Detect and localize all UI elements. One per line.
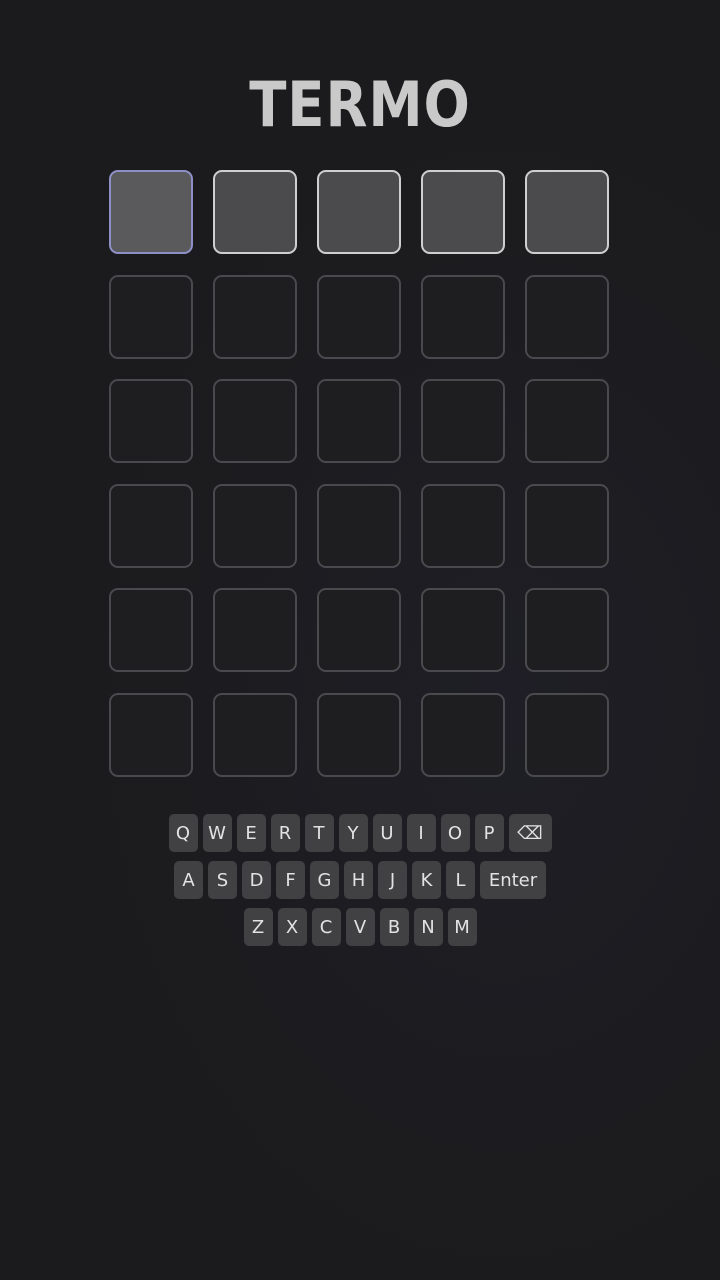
key-a[interactable]: A [174, 861, 203, 899]
key-n[interactable]: N [413, 908, 443, 946]
key-o[interactable]: O [440, 814, 470, 852]
board-row [109, 274, 611, 359]
key-w[interactable]: W [202, 814, 232, 852]
game-screen: TERMO Q W E R T Y U I O P ⌫ A S D F G H J K L Enter ZXCVBNM [0, 0, 720, 1280]
letter-tile [317, 692, 401, 777]
letter-tile [525, 692, 609, 777]
letter-tile [213, 274, 297, 359]
letter-tile [421, 483, 505, 568]
key-d[interactable]: D [242, 861, 271, 899]
key-j[interactable]: J [378, 861, 407, 899]
letter-tile [525, 379, 609, 463]
app-title: TERMO [249, 68, 471, 141]
enter-key[interactable]: Enter [480, 861, 546, 899]
key-y[interactable]: Y [338, 814, 368, 852]
letter-tile[interactable] [525, 170, 609, 254]
letter-tile [421, 274, 505, 359]
key-s[interactable]: S [208, 861, 237, 899]
on-screen-keyboard: Q W E R T Y U I O P ⌫ A S D F G H J K L Enter ZXCVBNM [0, 814, 720, 955]
letter-tile [421, 379, 505, 463]
letter-tile[interactable] [213, 170, 297, 254]
game-board [109, 170, 611, 797]
letter-tile [109, 274, 193, 359]
key-b[interactable]: B [379, 908, 409, 946]
letter-tile[interactable] [317, 170, 401, 254]
key-g[interactable]: G [310, 861, 339, 899]
letter-tile[interactable] [421, 170, 505, 254]
letter-tile [317, 483, 401, 568]
letter-tile [109, 588, 193, 672]
key-i[interactable]: I [406, 814, 436, 852]
backspace-key[interactable]: ⌫ [508, 814, 552, 852]
key-r[interactable]: R [270, 814, 300, 852]
key-p[interactable]: P [474, 814, 504, 852]
key-m[interactable]: M [447, 908, 477, 946]
keyboard-row-2: A S D F G H J K L Enter [0, 861, 720, 899]
board-row [109, 170, 611, 254]
key-x[interactable]: X [277, 908, 307, 946]
board-row [109, 588, 611, 672]
board-row [109, 692, 611, 777]
key-z[interactable]: Z [243, 908, 273, 946]
board-row [109, 379, 611, 463]
letter-tile [421, 588, 505, 672]
key-c[interactable]: C [311, 908, 341, 946]
letter-tile [525, 588, 609, 672]
key-v[interactable]: V [345, 908, 375, 946]
letter-tile [317, 588, 401, 672]
letter-tile [213, 483, 297, 568]
letter-tile [213, 692, 297, 777]
letter-tile [109, 692, 193, 777]
key-e[interactable]: E [236, 814, 266, 852]
letter-tile [213, 379, 297, 463]
letter-tile [109, 483, 193, 568]
letter-tile [525, 274, 609, 359]
letter-tile [109, 379, 193, 463]
key-f[interactable]: F [276, 861, 305, 899]
key-k[interactable]: K [412, 861, 441, 899]
tile-selected[interactable] [109, 170, 193, 254]
letter-tile [213, 588, 297, 672]
keyboard-row-3: ZXCVBNM [0, 908, 720, 946]
key-t[interactable]: T [304, 814, 334, 852]
board-row [109, 483, 611, 568]
letter-tile [317, 274, 401, 359]
key-h[interactable]: H [344, 861, 373, 899]
letter-tile [525, 483, 609, 568]
letter-tile [317, 379, 401, 463]
key-q[interactable]: Q [168, 814, 198, 852]
keyboard-row-1: Q W E R T Y U I O P ⌫ [0, 814, 720, 852]
key-u[interactable]: U [372, 814, 402, 852]
key-l[interactable]: L [446, 861, 475, 899]
letter-tile [421, 692, 505, 777]
